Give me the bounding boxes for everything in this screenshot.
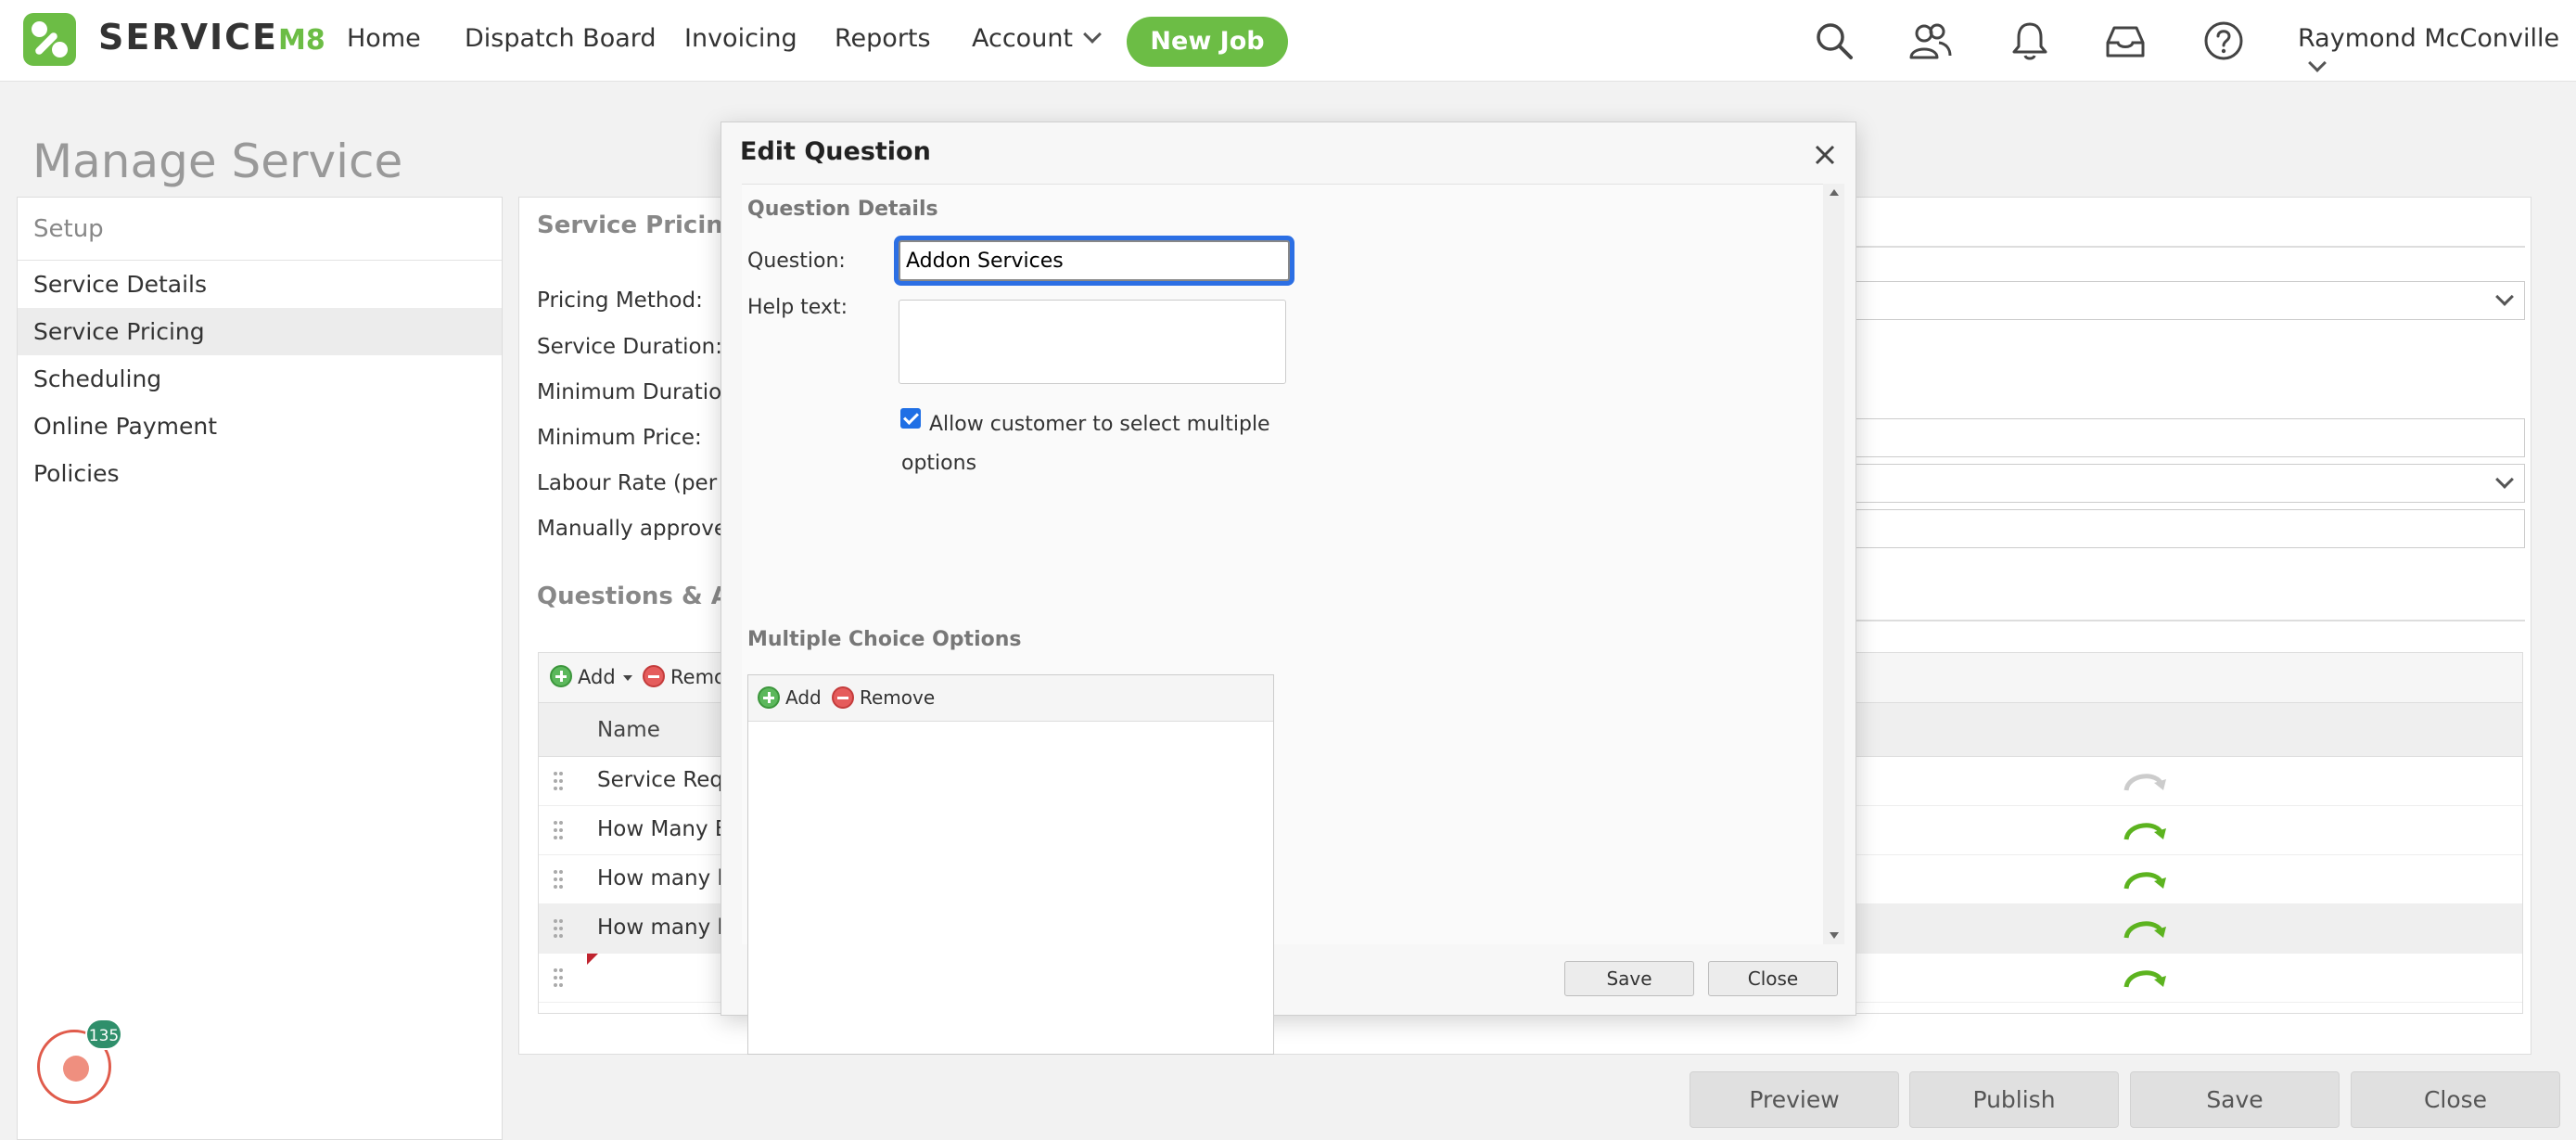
help-text-area[interactable] xyxy=(899,300,1286,384)
preview-button[interactable]: Preview xyxy=(1690,1071,1899,1128)
refresh-icon[interactable] xyxy=(2121,815,2169,845)
refresh-icon[interactable] xyxy=(2121,963,2169,993)
help-text-label: Help text: xyxy=(747,296,848,319)
top-navbar: SERVICEM8 Home Dispatch Board Invoicing … xyxy=(0,0,2576,82)
drag-handle-icon[interactable] xyxy=(553,820,564,840)
close-icon[interactable] xyxy=(1811,141,1839,169)
new-job-button[interactable]: New Job xyxy=(1127,17,1288,67)
sidebar-item-scheduling[interactable]: Scheduling xyxy=(18,355,502,403)
add-icon xyxy=(550,665,572,687)
labour-rate-select[interactable] xyxy=(1850,464,2525,503)
nav-reports[interactable]: Reports xyxy=(835,24,931,53)
drag-handle-icon[interactable] xyxy=(553,918,564,939)
dialog-title: Edit Question xyxy=(740,137,931,166)
publish-button[interactable]: Publish xyxy=(1909,1071,2119,1128)
minimum-price-field[interactable] xyxy=(1850,418,2525,457)
people-icon[interactable] xyxy=(1907,19,1952,63)
remove-icon xyxy=(832,685,854,709)
question-label: Question: xyxy=(747,250,846,273)
question-input[interactable] xyxy=(899,240,1290,281)
drag-handle-icon[interactable] xyxy=(553,967,564,988)
column-header-name[interactable]: Name xyxy=(597,718,660,742)
servicem8-logo-icon[interactable] xyxy=(23,13,76,66)
bottom-action-bar: Preview Publish Save Close xyxy=(518,1058,2576,1140)
page-title: Manage Service xyxy=(32,134,403,188)
edit-question-dialog: Edit Question Question Details Question:… xyxy=(721,122,1856,1055)
nav-invoicing[interactable]: Invoicing xyxy=(684,24,797,53)
options-add-label: Add xyxy=(785,686,822,709)
pricing-method-select[interactable] xyxy=(1850,281,2525,320)
record-icon xyxy=(63,1056,89,1082)
nav-account-label: Account xyxy=(972,24,1074,53)
save-button[interactable]: Save xyxy=(2130,1071,2340,1128)
close-button[interactable]: Close xyxy=(2351,1071,2560,1128)
brand-logo-text: SERVICEM8 xyxy=(98,17,325,58)
manually-approve-field[interactable] xyxy=(1850,509,2525,548)
minimum-duration-label: Minimum Duration: xyxy=(537,380,743,404)
bell-icon[interactable] xyxy=(2008,19,2052,63)
refresh-icon[interactable] xyxy=(2121,865,2169,894)
nav-home[interactable]: Home xyxy=(347,24,421,53)
chevron-down-icon xyxy=(2495,470,2514,489)
dirty-marker-icon xyxy=(587,954,598,965)
allow-multiple-checkbox[interactable] xyxy=(900,408,921,429)
pricing-method-label: Pricing Method: xyxy=(537,288,703,313)
sidebar-item-service-details[interactable]: Service Details xyxy=(18,261,502,308)
drag-handle-icon[interactable] xyxy=(553,869,564,890)
question-details-heading: Question Details xyxy=(747,198,938,221)
help-icon[interactable] xyxy=(2201,19,2246,63)
service-duration-label: Service Duration: xyxy=(537,335,722,359)
user-menu[interactable]: Raymond McConville xyxy=(2298,24,2576,82)
refresh-disabled-icon xyxy=(2123,774,2166,791)
section-divider xyxy=(1850,620,2525,621)
add-icon xyxy=(758,685,780,709)
multiple-choice-list: Add Remove xyxy=(747,674,1274,1055)
section-divider xyxy=(1850,246,2525,248)
sidebar-item-online-payment[interactable]: Online Payment xyxy=(18,403,502,450)
chevron-down-icon xyxy=(1083,25,1102,44)
user-name: Raymond McConville xyxy=(2298,24,2560,53)
options-remove-label: Remove xyxy=(860,686,936,709)
questions-remove-label: Remo xyxy=(670,666,726,688)
chevron-down-icon xyxy=(2308,54,2327,72)
dialog-scrollbar[interactable] xyxy=(1823,184,1844,944)
options-remove-button[interactable]: Remove xyxy=(832,685,936,711)
options-toolbar: Add Remove xyxy=(748,675,1273,722)
remove-icon xyxy=(643,665,665,687)
scroll-down-icon[interactable] xyxy=(1830,932,1839,939)
caret-down-icon xyxy=(622,675,632,681)
setup-sidebar: Setup Service Details Service Pricing Sc… xyxy=(17,197,503,1140)
questions-add-button[interactable]: Add xyxy=(550,665,632,689)
sidebar-item-policies[interactable]: Policies xyxy=(18,450,502,497)
nav-account[interactable]: Account xyxy=(972,24,1102,53)
multiple-choice-heading: Multiple Choice Options xyxy=(747,628,1022,651)
questions-remove-button[interactable]: Remo xyxy=(643,665,726,689)
record-count-badge: 135 xyxy=(85,1018,122,1050)
options-add-button[interactable]: Add xyxy=(758,685,822,711)
inbox-icon[interactable] xyxy=(2103,19,2148,63)
search-icon[interactable] xyxy=(1812,19,1856,63)
questions-add-label: Add xyxy=(578,666,616,688)
nav-dispatch-board[interactable]: Dispatch Board xyxy=(465,24,657,53)
dialog-body: Question Details Question: Help text: Al… xyxy=(742,184,1829,1055)
minimum-price-label: Minimum Price: xyxy=(537,426,702,450)
sidebar-header: Setup xyxy=(18,198,502,261)
refresh-icon[interactable] xyxy=(2121,914,2169,943)
chevron-down-icon xyxy=(2495,288,2514,306)
dialog-save-button[interactable]: Save xyxy=(1564,961,1694,996)
sidebar-item-service-pricing[interactable]: Service Pricing xyxy=(18,308,502,355)
service-pricing-heading: Service Pricing xyxy=(537,211,741,239)
scroll-up-icon[interactable] xyxy=(1830,189,1839,196)
dialog-close-button[interactable]: Close xyxy=(1708,961,1838,996)
drag-handle-icon[interactable] xyxy=(553,771,564,791)
allow-multiple-label[interactable]: Allow customer to select multiple option… xyxy=(901,405,1272,483)
